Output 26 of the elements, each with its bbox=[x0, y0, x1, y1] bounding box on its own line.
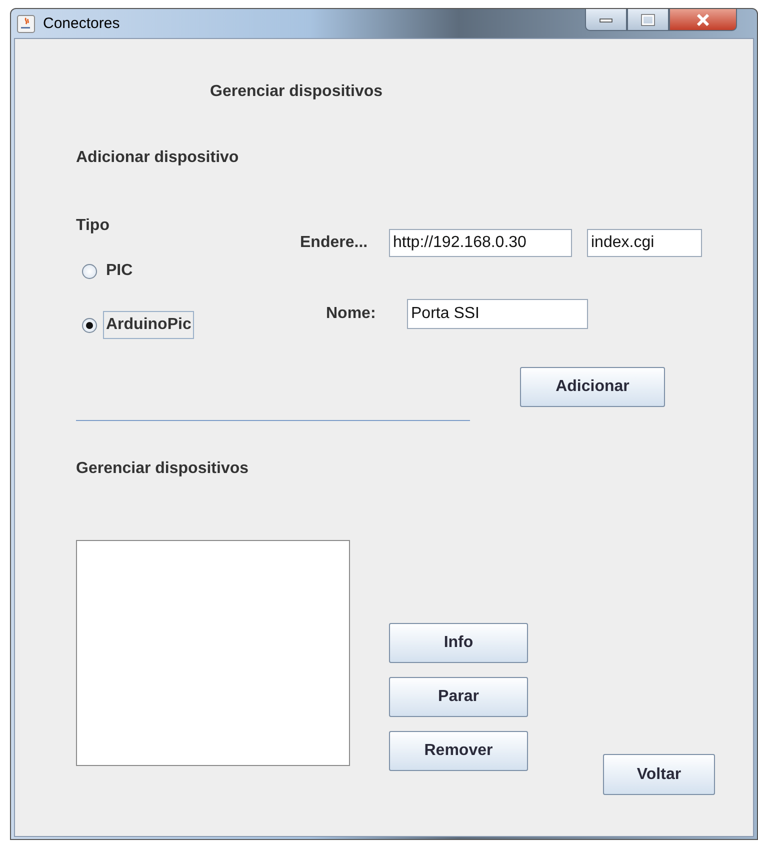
heading: Gerenciar dispositivos bbox=[209, 83, 384, 101]
action-button[interactable]: Remover bbox=[389, 731, 528, 771]
back-button[interactable]: Voltar bbox=[603, 754, 715, 795]
action-button[interactable]: Parar bbox=[389, 677, 528, 717]
window-title: Conectores bbox=[43, 15, 120, 32]
add-button[interactable]: Adicionar bbox=[520, 367, 665, 407]
maximize-button[interactable] bbox=[627, 9, 669, 31]
close-button[interactable] bbox=[669, 9, 737, 31]
minimize-icon bbox=[599, 16, 613, 22]
radio-button[interactable] bbox=[82, 264, 97, 278]
radio-label[interactable]: PIC bbox=[103, 257, 136, 285]
name-field[interactable]: Porta SSI bbox=[407, 299, 588, 329]
action-button[interactable]: Info bbox=[389, 623, 528, 663]
type-label: Tipo bbox=[76, 217, 110, 235]
page-field[interactable]: index.cgi bbox=[587, 229, 702, 257]
section-title: Gerenciar dispositivos bbox=[76, 460, 250, 478]
address-field[interactable]: http://192.168.0.30 bbox=[389, 229, 572, 257]
address-label: Endere... bbox=[300, 234, 369, 252]
section-title: Adicionar dispositivo bbox=[76, 149, 240, 167]
radio-label[interactable]: ArduinoPic bbox=[103, 311, 194, 339]
java-cup-icon bbox=[17, 14, 35, 32]
radio-button[interactable] bbox=[82, 318, 97, 332]
name-label: Nome: bbox=[326, 305, 377, 323]
close-icon bbox=[695, 14, 711, 26]
minimize-button[interactable] bbox=[585, 9, 627, 31]
maximize-icon bbox=[641, 14, 655, 26]
